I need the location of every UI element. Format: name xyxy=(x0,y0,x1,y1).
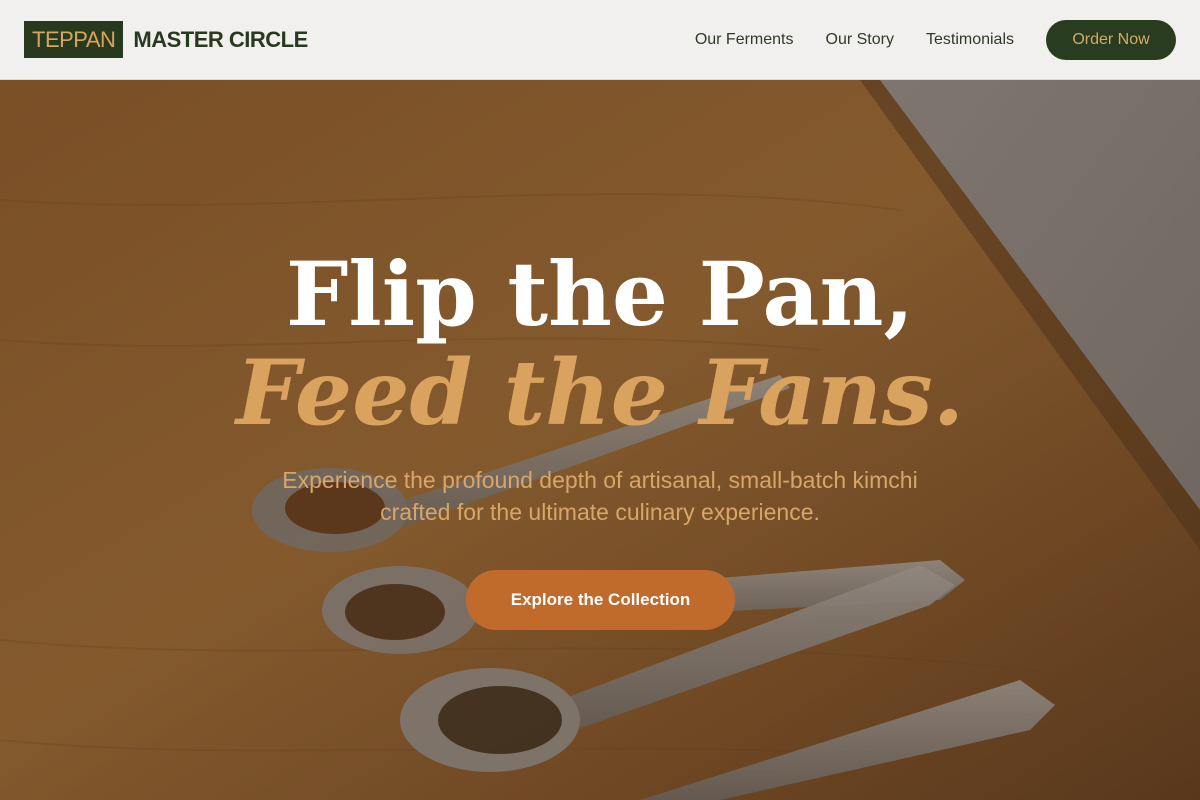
main-nav: Our Ferments Our Story Testimonials Orde… xyxy=(663,19,1176,60)
hero-subtitle: Experience the profound depth of artisan… xyxy=(282,467,918,525)
site-logo[interactable]: TEPPAN MASTER CIRCLE xyxy=(24,21,308,58)
nav-testimonials[interactable]: Testimonials xyxy=(926,31,1014,49)
hero-headline-line1: Flip the Pan, xyxy=(285,242,915,346)
nav-our-story[interactable]: Our Story xyxy=(826,31,894,49)
nav-our-ferments[interactable]: Our Ferments xyxy=(695,31,794,49)
logo-wordmark: MASTER CIRCLE xyxy=(133,26,308,52)
site-header: TEPPAN MASTER CIRCLE Our Ferments Our St… xyxy=(0,0,1200,80)
logo-badge: TEPPAN xyxy=(24,21,124,58)
hero-headline-line2: Feed the Fans. xyxy=(235,340,965,446)
order-now-button[interactable]: Order Now xyxy=(1046,19,1176,60)
hero-section: Flip the Pan, Feed the Fans. Experience … xyxy=(0,80,1200,800)
explore-collection-button[interactable]: Explore the Collection xyxy=(466,570,735,630)
hero-content: Flip the Pan, Feed the Fans. Experience … xyxy=(0,80,1200,800)
